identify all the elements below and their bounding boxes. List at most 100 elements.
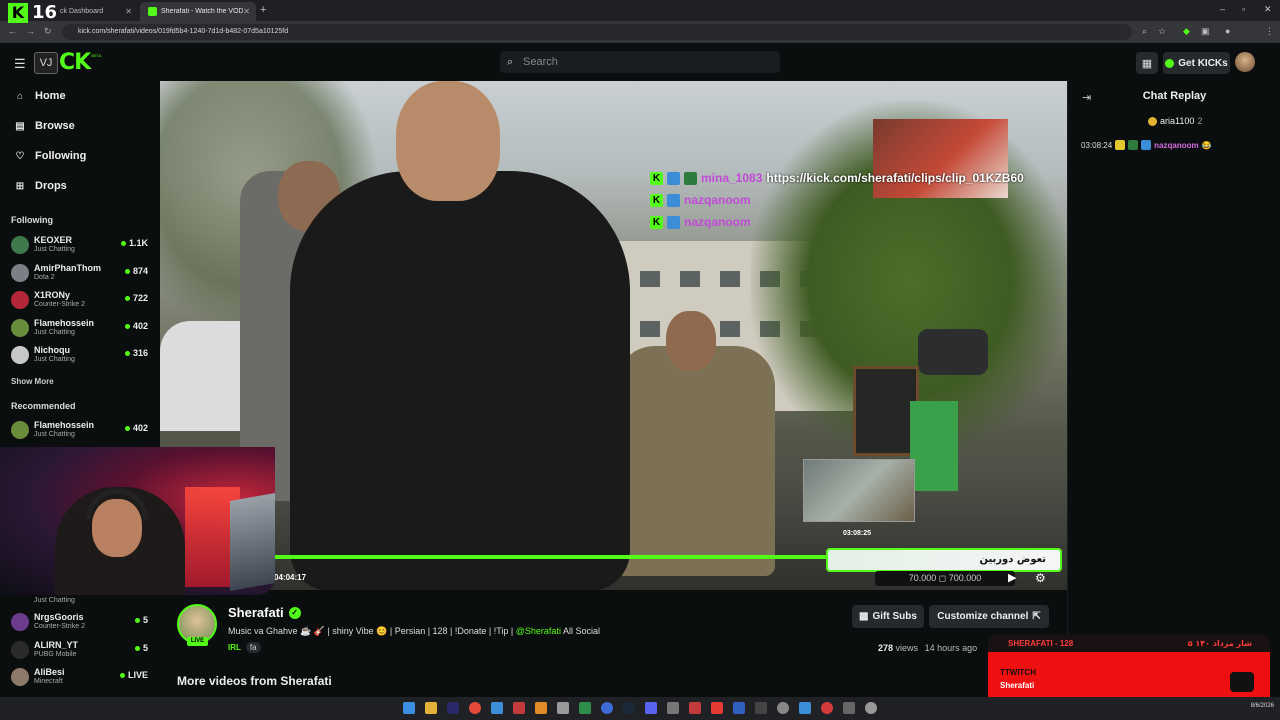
overlay-chat-text: https://kick.com/sherafati/clips/clip_01… bbox=[766, 171, 1024, 185]
app-icon[interactable] bbox=[557, 702, 569, 714]
close-icon[interactable]: ✕ bbox=[125, 7, 132, 16]
app-icon[interactable] bbox=[601, 702, 613, 714]
close-icon[interactable]: ✕ bbox=[243, 7, 250, 16]
back-icon[interactable]: ← bbox=[8, 26, 17, 36]
stream-tags: IRL fa bbox=[228, 642, 261, 653]
channel-item[interactable]: KEOXER Just Chatting 1.1K bbox=[11, 233, 151, 257]
search-input[interactable]: ⌕ Search bbox=[500, 51, 780, 73]
dashboard-button[interactable]: ▦ bbox=[1136, 52, 1158, 74]
profile-icon[interactable]: ● bbox=[1225, 26, 1230, 36]
channel-item[interactable]: AliBesi Minecraft LIVE bbox=[11, 665, 151, 689]
sidebar-item-drops[interactable]: ⊞ Drops bbox=[14, 176, 67, 196]
language-tag[interactable]: fa bbox=[245, 642, 261, 653]
channel-item[interactable]: ALIRN_YT PUBG Mobile 5 bbox=[11, 638, 151, 662]
new-tab-icon[interactable]: + bbox=[260, 4, 266, 16]
tab-sherafati-vod[interactable]: Sherafati - Watch the VOD on Kick ✕ bbox=[140, 2, 256, 21]
avatar bbox=[11, 668, 29, 686]
get-kicks-button[interactable]: Get KICKs bbox=[1163, 52, 1230, 74]
obs-icon[interactable] bbox=[865, 702, 877, 714]
youtube-icon[interactable] bbox=[711, 702, 723, 714]
overlay-chat-user: nazqanoom bbox=[684, 215, 751, 229]
live-dot-icon bbox=[124, 296, 130, 302]
app-icon[interactable] bbox=[689, 702, 701, 714]
channel-name: Flamehossein bbox=[34, 420, 95, 430]
app-icon[interactable] bbox=[755, 702, 767, 714]
overlay-chat-line: K nazqanoom bbox=[650, 189, 1024, 211]
channel-item[interactable]: NrgsGooris Counter-Strike 2 5 bbox=[11, 610, 151, 634]
live-dot-icon bbox=[119, 673, 125, 679]
app-icon[interactable] bbox=[579, 702, 591, 714]
channel-item[interactable]: AmirPhanThom Dota 2 874 bbox=[11, 261, 151, 285]
viewer-count: 5 bbox=[134, 615, 148, 625]
category-tag[interactable]: IRL bbox=[228, 643, 241, 652]
menu-icon[interactable]: ☰ bbox=[14, 56, 26, 72]
badge-icon bbox=[667, 215, 680, 229]
show-more-link[interactable]: Show More bbox=[11, 377, 54, 386]
gift-icon: ▩ bbox=[859, 611, 869, 622]
logo-text: CK bbox=[59, 50, 91, 75]
overlay-chat-user: mina_1083 bbox=[701, 171, 763, 185]
browser-menu-icon[interactable]: ⋮ bbox=[1265, 26, 1274, 37]
extension-icon[interactable]: ◆ bbox=[1183, 26, 1190, 37]
view-count-number: 278 bbox=[878, 643, 894, 653]
app-icon[interactable] bbox=[843, 702, 855, 714]
channel-category: Minecraft bbox=[34, 678, 63, 685]
browser-addressbar: ← → ↻ kick.com/sherafati/videos/019fd5b4… bbox=[0, 21, 1280, 43]
sidebar-item-label: Drops bbox=[35, 180, 67, 192]
window-close-icon[interactable]: ✕ bbox=[1264, 4, 1272, 15]
video-scene-person bbox=[666, 311, 716, 371]
channel-name[interactable]: Sherafati bbox=[228, 605, 284, 620]
kick-logo[interactable]: VJ CK BETA bbox=[34, 50, 101, 75]
app-icon[interactable] bbox=[821, 702, 833, 714]
premiere-icon[interactable] bbox=[447, 702, 459, 714]
maximize-icon[interactable]: ▫ bbox=[1242, 4, 1245, 14]
gift-subs-button[interactable]: ▩ Gift Subs bbox=[852, 605, 924, 628]
viewer-count: LIVE bbox=[119, 670, 148, 680]
app-icon[interactable] bbox=[667, 702, 679, 714]
video-player[interactable]: K mina_1083 https://kick.com/sherafati/c… bbox=[160, 81, 1067, 590]
coin-icon bbox=[1148, 116, 1157, 126]
channel-item[interactable]: Flamehossein Just Chatting 402 bbox=[11, 418, 151, 442]
url-field[interactable]: kick.com/sherafati/videos/019fd5b4-1240-… bbox=[62, 24, 1132, 40]
discord-icon[interactable] bbox=[645, 702, 657, 714]
customize-channel-button[interactable]: Customize channel ⇱ bbox=[929, 605, 1049, 628]
sidebar-item-home[interactable]: ⌂ Home bbox=[14, 86, 66, 106]
channel-item[interactable]: Nichoqu Just Chatting 316 bbox=[11, 343, 151, 367]
sidebar-item-browse[interactable]: ▤ Browse bbox=[14, 116, 74, 136]
steam-icon[interactable] bbox=[623, 702, 635, 714]
play-icon[interactable]: ▶ bbox=[1008, 571, 1016, 584]
bookmark-star-icon[interactable]: ☆ bbox=[1158, 26, 1166, 37]
sidebar-item-following[interactable]: ♡ Following bbox=[14, 146, 87, 166]
reload-icon[interactable]: ↻ bbox=[44, 26, 52, 37]
minimize-icon[interactable]: – bbox=[1220, 4, 1225, 14]
extensions-puzzle-icon[interactable]: ▣ bbox=[1201, 26, 1210, 37]
app-icon[interactable] bbox=[799, 702, 811, 714]
stream-title-tail: All Social bbox=[560, 626, 600, 636]
stream-title-mention[interactable]: @Sherafati bbox=[516, 626, 561, 636]
chat-username[interactable]: nazqanoom bbox=[1154, 141, 1198, 150]
badge-icon bbox=[667, 171, 680, 185]
channel-category: Just Chatting bbox=[34, 431, 75, 438]
customize-label: Customize channel bbox=[937, 611, 1029, 622]
top-gifter-name[interactable]: aria1100 bbox=[1160, 116, 1194, 126]
live-badge: LIVE bbox=[187, 637, 208, 646]
channel-item[interactable]: Flamehossein Just Chatting 402 bbox=[11, 316, 151, 340]
app-icon[interactable] bbox=[535, 702, 547, 714]
app-icon[interactable] bbox=[777, 702, 789, 714]
windows-start-icon[interactable] bbox=[403, 702, 415, 714]
chrome-icon[interactable] bbox=[469, 702, 481, 714]
search-placeholder: Search bbox=[523, 56, 558, 68]
user-avatar[interactable] bbox=[1235, 52, 1255, 72]
avatar bbox=[11, 421, 29, 439]
avatar bbox=[11, 291, 29, 309]
channel-item[interactable]: X1RONy Counter-Strike 2 722 bbox=[11, 288, 151, 312]
zoom-icon[interactable]: ⌕ bbox=[1142, 26, 1147, 37]
app-icon[interactable] bbox=[491, 702, 503, 714]
file-explorer-icon[interactable] bbox=[425, 702, 437, 714]
app-icon[interactable] bbox=[733, 702, 745, 714]
channel-name: AliBesi bbox=[34, 667, 65, 677]
seek-preview-thumbnail bbox=[803, 459, 915, 522]
settings-gear-icon[interactable]: ⚙ bbox=[1035, 571, 1046, 585]
app-icon[interactable] bbox=[513, 702, 525, 714]
forward-icon[interactable]: → bbox=[26, 26, 35, 36]
